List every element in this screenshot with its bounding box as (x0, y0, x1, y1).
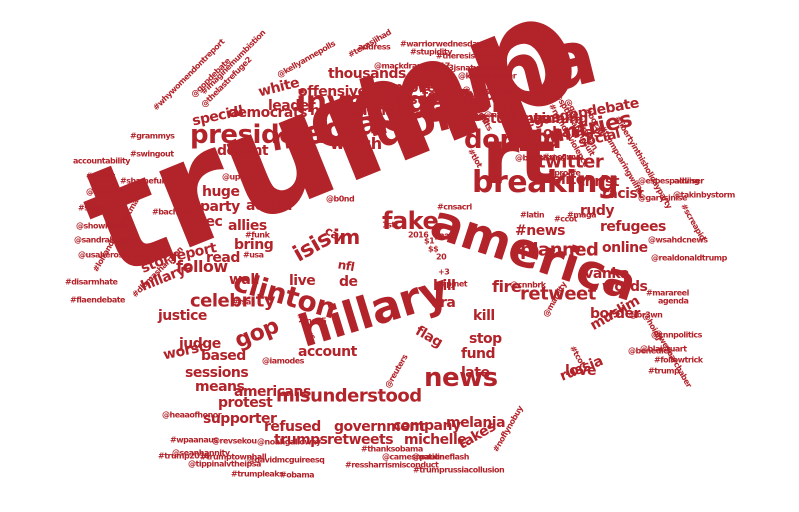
cloud-word: @realdonaldtrump (651, 253, 727, 263)
cloud-word: #prolife (548, 168, 581, 178)
cloud-word: accountability (73, 156, 130, 166)
cloud-word: #obama (280, 470, 315, 480)
cloud-word: online (602, 239, 648, 256)
cloud-word: kill (473, 307, 495, 324)
cloud-word: live (289, 272, 316, 289)
word-cloud: trump obama rt america hillary investigation d… (0, 0, 799, 512)
cloud-word: ivanka (580, 265, 630, 282)
cloud-word: #potus (483, 86, 513, 96)
cloud-word: @takinbystorm (673, 190, 735, 200)
cloud-word: #grammys (130, 131, 175, 141)
cloud-word: read (206, 249, 240, 266)
cloud-word: #theresistance (436, 51, 498, 61)
cloud-word: based (201, 347, 246, 364)
cloud-word: de (339, 273, 358, 290)
cloud-word: worst (161, 339, 207, 364)
cloud-word: @wsahdcnews (648, 235, 708, 245)
cloud-word: #disarmhate (65, 277, 118, 287)
cloud-word: #news (515, 222, 565, 239)
cloud-word: @iamodes (262, 356, 304, 366)
cloud-word: @heaaofhonor (162, 410, 222, 420)
cloud-word: fund (461, 345, 496, 362)
cloud-word: 1st (382, 220, 395, 230)
cloud-word: leader (268, 97, 316, 114)
cloud-word: @revsekou (212, 436, 257, 446)
cloud-word: #bachata (152, 207, 191, 217)
cloud-word: 132 (434, 232, 450, 242)
cloud-word: huge (202, 183, 240, 200)
cloud-word: #swingout (130, 149, 174, 159)
cloud-word: @kayemenner (458, 71, 517, 81)
cloud-word: #salsa (78, 203, 105, 213)
cloud-word: #trumpleaks (231, 469, 284, 479)
cloud-word: @vamboa (86, 187, 127, 197)
cloud-word: #nov5 (300, 316, 327, 326)
cloud-word: offensive (298, 83, 367, 100)
cloud-word: account (298, 343, 357, 360)
cloud-word: @benedict (628, 346, 671, 356)
cloud-word: #latin (520, 210, 545, 220)
cloud-word: wall (229, 271, 259, 288)
cloud-word: watch (330, 134, 382, 154)
cloud-word: planned (520, 239, 599, 261)
cloud-word: #funk (245, 230, 270, 240)
cloud-word: #ccot (554, 214, 578, 224)
cloud-word: #rsa (232, 297, 251, 307)
cloud-word: party (200, 198, 240, 215)
cloud-word: #cnsacrl (437, 202, 472, 212)
cloud-word: adviser (674, 176, 704, 186)
cloud-word: #wpaanaus (170, 435, 218, 445)
cloud-word: #resist (86, 171, 115, 181)
cloud-word: #usa (243, 250, 264, 260)
cloud-word: @reuters (383, 353, 410, 390)
cloud-word: doesnt (217, 142, 269, 159)
cloud-word: @paulineflash (412, 452, 470, 462)
cloud-word: era (431, 294, 456, 311)
cloud-word: exec (188, 213, 223, 230)
cloud-word: @noahgalloway (257, 437, 321, 447)
cloud-word: @upi (222, 172, 243, 182)
cloud-word: justice (158, 307, 207, 324)
cloud-word: hedge (310, 102, 357, 119)
cloud-word: jesus (396, 91, 435, 108)
cloud-word: @cnnbrk (510, 280, 546, 290)
cloud-word: @b0nd (326, 194, 355, 204)
cloud-word: 20 (436, 252, 447, 262)
cloud-word: #shameful (120, 176, 164, 186)
cloud-word: sessions (185, 364, 249, 381)
cloud-word: @tippinalvtheipsa (188, 459, 261, 469)
cloud-word: stop (469, 330, 502, 347)
cloud-word: address (358, 42, 391, 52)
cloud-word: @nypost (484, 110, 520, 120)
cloud-word: words (602, 278, 648, 295)
cloud-word: +3 (438, 267, 450, 277)
cloud-word: refugees (600, 218, 666, 235)
cloud-word: @sandralsegel (74, 235, 134, 245)
cloud-word: late (461, 364, 490, 381)
cloud-word: #flaendebate (70, 295, 125, 305)
cloud-word: nfl (336, 257, 356, 275)
cloud-word: action (246, 197, 292, 214)
cloud-word: protest (218, 394, 273, 411)
cloud-word: @brettbaier (515, 153, 564, 163)
cloud-word: #pjnet (440, 279, 468, 289)
cloud-word: agenda (658, 296, 689, 306)
cloud-word: #trumprussiacollusion (413, 465, 505, 475)
cloud-word: flag (412, 322, 446, 351)
